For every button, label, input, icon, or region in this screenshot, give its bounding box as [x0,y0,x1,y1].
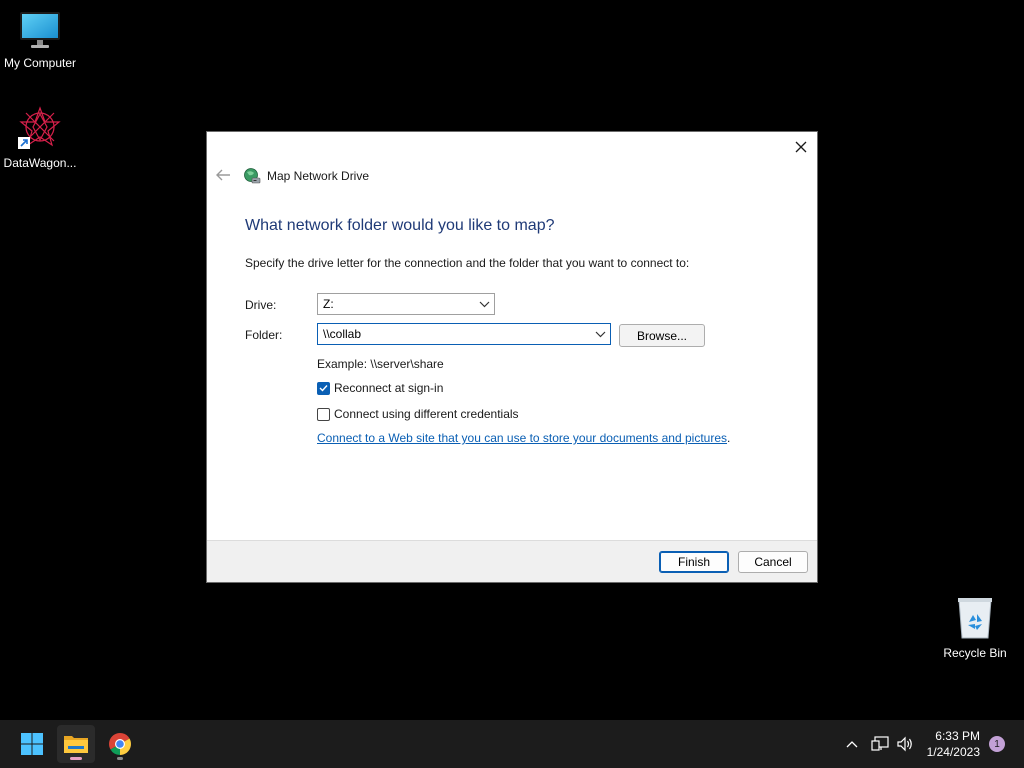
chevron-down-icon [595,331,606,338]
chevron-up-icon [846,741,858,748]
folder-icon [64,736,88,753]
credentials-checkbox[interactable] [317,407,330,421]
notification-badge[interactable]: 1 [989,736,1005,752]
finish-button[interactable]: Finish [659,551,729,573]
instructions-text: Specify the drive letter for the connect… [245,256,690,270]
start-button[interactable] [13,725,51,763]
example-text: Example: \\server\share [317,357,444,371]
drive-select[interactable]: Z: [317,293,495,315]
desktop-icon-recycle-bin[interactable]: Recycle Bin [935,596,1015,660]
back-arrow-icon [216,169,230,181]
show-hidden-icons-button[interactable] [842,720,862,768]
desktop-icon-label: Recycle Bin [943,646,1007,660]
volume-icon [897,736,912,752]
reconnect-checkbox-row[interactable]: Reconnect at sign-in [317,381,443,395]
desktop-icon-my-computer[interactable]: My Computer [0,10,80,70]
dialog-footer: Finish Cancel [207,540,817,582]
web-site-link[interactable]: Connect to a Web site that you can use t… [317,431,727,445]
reconnect-checkbox[interactable] [317,381,330,395]
browse-button[interactable]: Browse... [619,324,705,347]
checkmark-icon [319,385,328,392]
folder-input[interactable]: \\collab [317,323,611,345]
desktop-icon-label: My Computer [3,56,77,70]
clock-date: 1/24/2023 [926,745,980,759]
network-icon [871,736,889,751]
link-suffix: . [727,431,731,445]
desktop-icon-datawagon[interactable]: DataWagon... [0,104,80,170]
close-button[interactable] [789,136,813,158]
clock-time: 6:33 PM [935,729,980,743]
taskbar-file-explorer[interactable] [57,725,95,763]
active-indicator [70,757,82,760]
desktop-icon-label: DataWagon... [3,156,77,170]
taskbar: 6:33 PM 1/24/2023 1 [0,720,1024,768]
drive-label: Drive: [245,298,277,312]
recycle-bin-icon [958,598,992,639]
back-button[interactable] [213,166,233,184]
reconnect-label: Reconnect at sign-in [334,381,444,395]
wizard-title: Map Network Drive [243,167,369,185]
dialog-title: Map Network Drive [267,169,370,183]
web-site-link-row: Connect to a Web site that you can use t… [317,431,730,445]
map-network-drive-dialog: Map Network Drive What network folder wo… [206,131,818,583]
close-icon [795,141,807,153]
network-status-button[interactable] [869,720,891,768]
chrome-icon [109,733,131,755]
drive-value: Z: [323,297,334,311]
monitor-icon [20,12,60,48]
credentials-label: Connect using different credentials [334,407,519,421]
network-drive-icon [244,168,261,184]
volume-button[interactable] [894,720,916,768]
running-indicator [117,757,123,760]
cancel-button[interactable]: Cancel [738,551,808,573]
chevron-down-icon [479,301,490,308]
datawagon-app-icon [18,106,61,149]
dialog-heading: What network folder would you like to ma… [245,217,555,234]
windows-start-icon [21,733,43,755]
credentials-checkbox-row[interactable]: Connect using different credentials [317,407,519,421]
folder-value: \\collab [323,327,362,341]
folder-label: Folder: [245,328,283,342]
clock[interactable]: 6:33 PM 1/24/2023 [927,728,980,760]
taskbar-chrome[interactable] [101,725,139,763]
